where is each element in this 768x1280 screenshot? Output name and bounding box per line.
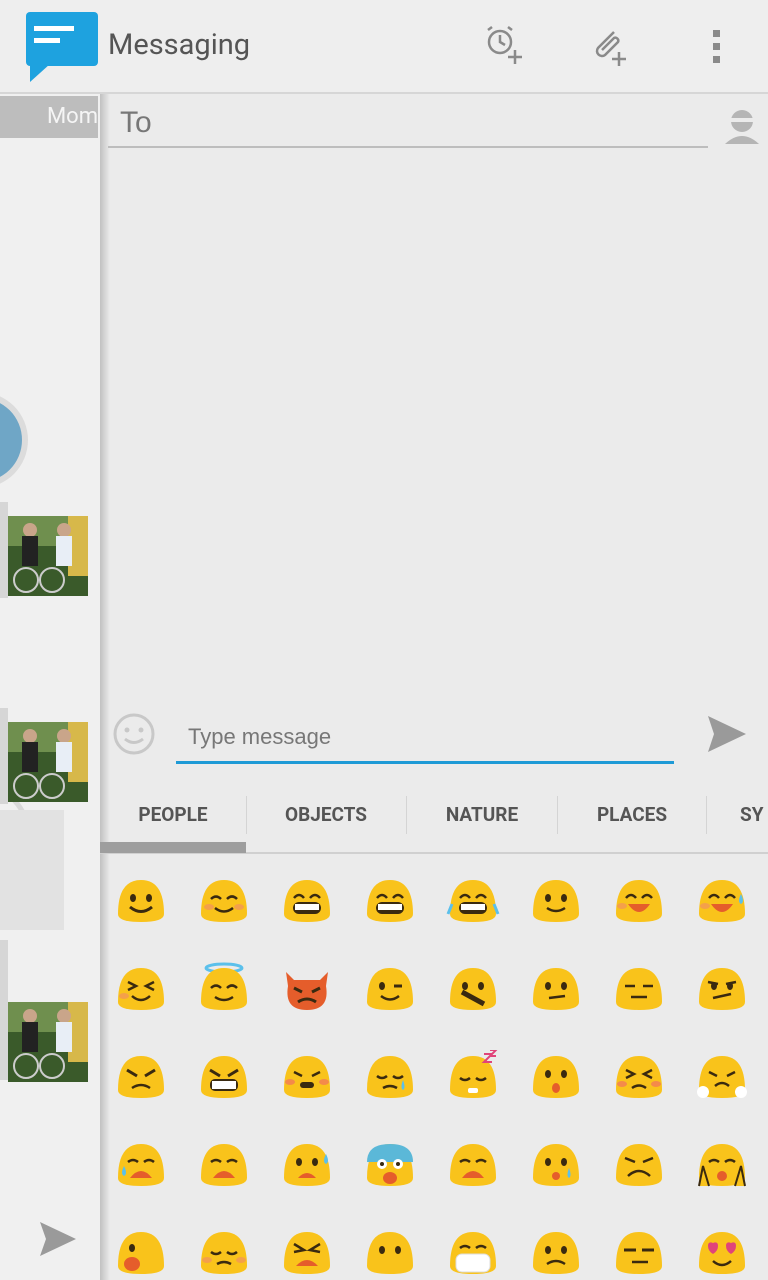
tab-places[interactable]: PLACES	[557, 792, 707, 840]
overflow-menu-icon[interactable]	[692, 22, 740, 70]
tab-objects[interactable]: OBJECTS	[246, 792, 406, 840]
emoji-scream-icon[interactable]	[363, 1138, 417, 1188]
emoji-grin2-icon[interactable]	[363, 874, 417, 924]
emoji-toggle-icon[interactable]	[112, 712, 156, 756]
emoji-sleepy-icon[interactable]	[446, 1050, 500, 1100]
emoji-halo-icon[interactable]	[197, 962, 251, 1012]
emoji-hands-icon[interactable]	[695, 1138, 749, 1188]
alarm-plus-icon[interactable]	[480, 22, 528, 70]
emoji-hearts-icon[interactable]	[695, 1226, 749, 1276]
contact-picker-icon[interactable]	[722, 106, 762, 146]
message-bubble	[0, 708, 8, 804]
emoji-surprised-icon[interactable]	[529, 1050, 583, 1100]
tab-selected-indicator	[100, 842, 246, 853]
emoji-expressionless-icon[interactable]	[612, 962, 666, 1012]
emoji-blank-icon[interactable]	[363, 1226, 417, 1276]
contact-avatar[interactable]	[0, 356, 30, 524]
emoji-tired-icon[interactable]	[280, 1226, 334, 1276]
photo-thumbnail[interactable]	[8, 722, 88, 802]
emoji-sad-icon[interactable]	[363, 1050, 417, 1100]
emoji-pout-icon[interactable]	[280, 1050, 334, 1100]
emoji-persevere-icon[interactable]	[612, 1050, 666, 1100]
message-bubble	[0, 810, 64, 930]
emoji-smile2-icon[interactable]	[529, 874, 583, 924]
recipient-input[interactable]	[108, 100, 708, 148]
emoji-steam-icon[interactable]	[695, 1050, 749, 1100]
emoji-confused-icon[interactable]	[695, 962, 749, 1012]
paperclip-plus-icon[interactable]	[584, 22, 632, 70]
messaging-app-icon[interactable]	[24, 10, 100, 82]
emoji-worried-icon[interactable]	[529, 1226, 583, 1276]
emoji-relieved-icon[interactable]	[197, 1226, 251, 1276]
tab-divider	[706, 796, 707, 834]
emoji-zip-icon[interactable]	[446, 962, 500, 1012]
conversation-list-panel	[0, 94, 100, 1280]
emoji-wink-icon[interactable]	[363, 962, 417, 1012]
action-bar: Messaging	[0, 0, 768, 94]
emoji-joy-icon[interactable]	[446, 874, 500, 924]
emoji-unamused-icon[interactable]	[612, 1226, 666, 1276]
message-bubble	[0, 502, 8, 598]
message-input[interactable]	[176, 712, 674, 764]
tab-symbols[interactable]: SY	[740, 792, 768, 840]
emoji-laugh-icon[interactable]	[612, 874, 666, 924]
app-title: Messaging	[108, 28, 251, 62]
tab-people[interactable]: PEOPLE	[100, 792, 246, 840]
send-icon[interactable]	[706, 714, 748, 754]
emoji-cold-icon[interactable]	[529, 1138, 583, 1188]
emoji-devil-icon[interactable]	[280, 962, 334, 1012]
contact-name-label[interactable]: Mom	[0, 96, 98, 138]
emoji-sweat-icon[interactable]	[695, 874, 749, 924]
emoji-fear-icon[interactable]	[280, 1138, 334, 1188]
emoji-shock-icon[interactable]	[114, 1226, 168, 1276]
emoji-neutral-icon[interactable]	[529, 962, 583, 1012]
emoji-blush-icon[interactable]	[197, 874, 251, 924]
emoji-grimace-icon[interactable]	[197, 1050, 251, 1100]
emoji-wail-icon[interactable]	[197, 1138, 251, 1188]
emoji-squint-icon[interactable]	[114, 962, 168, 1012]
emoji-grid	[100, 854, 768, 1280]
emoji-mask-icon[interactable]	[446, 1226, 500, 1276]
send-icon[interactable]	[38, 1220, 78, 1258]
emoji-grin-icon[interactable]	[280, 874, 334, 924]
message-bubble	[0, 940, 8, 1080]
photo-thumbnail[interactable]	[8, 516, 88, 596]
tab-nature[interactable]: NATURE	[406, 792, 558, 840]
emoji-frown-icon[interactable]	[612, 1138, 666, 1188]
photo-thumbnail[interactable]	[8, 1002, 88, 1082]
emoji-cry-icon[interactable]	[114, 1138, 168, 1188]
emoji-weary-icon[interactable]	[446, 1138, 500, 1188]
emoji-angry-icon[interactable]	[114, 1050, 168, 1100]
emoji-smile-icon[interactable]	[114, 874, 168, 924]
